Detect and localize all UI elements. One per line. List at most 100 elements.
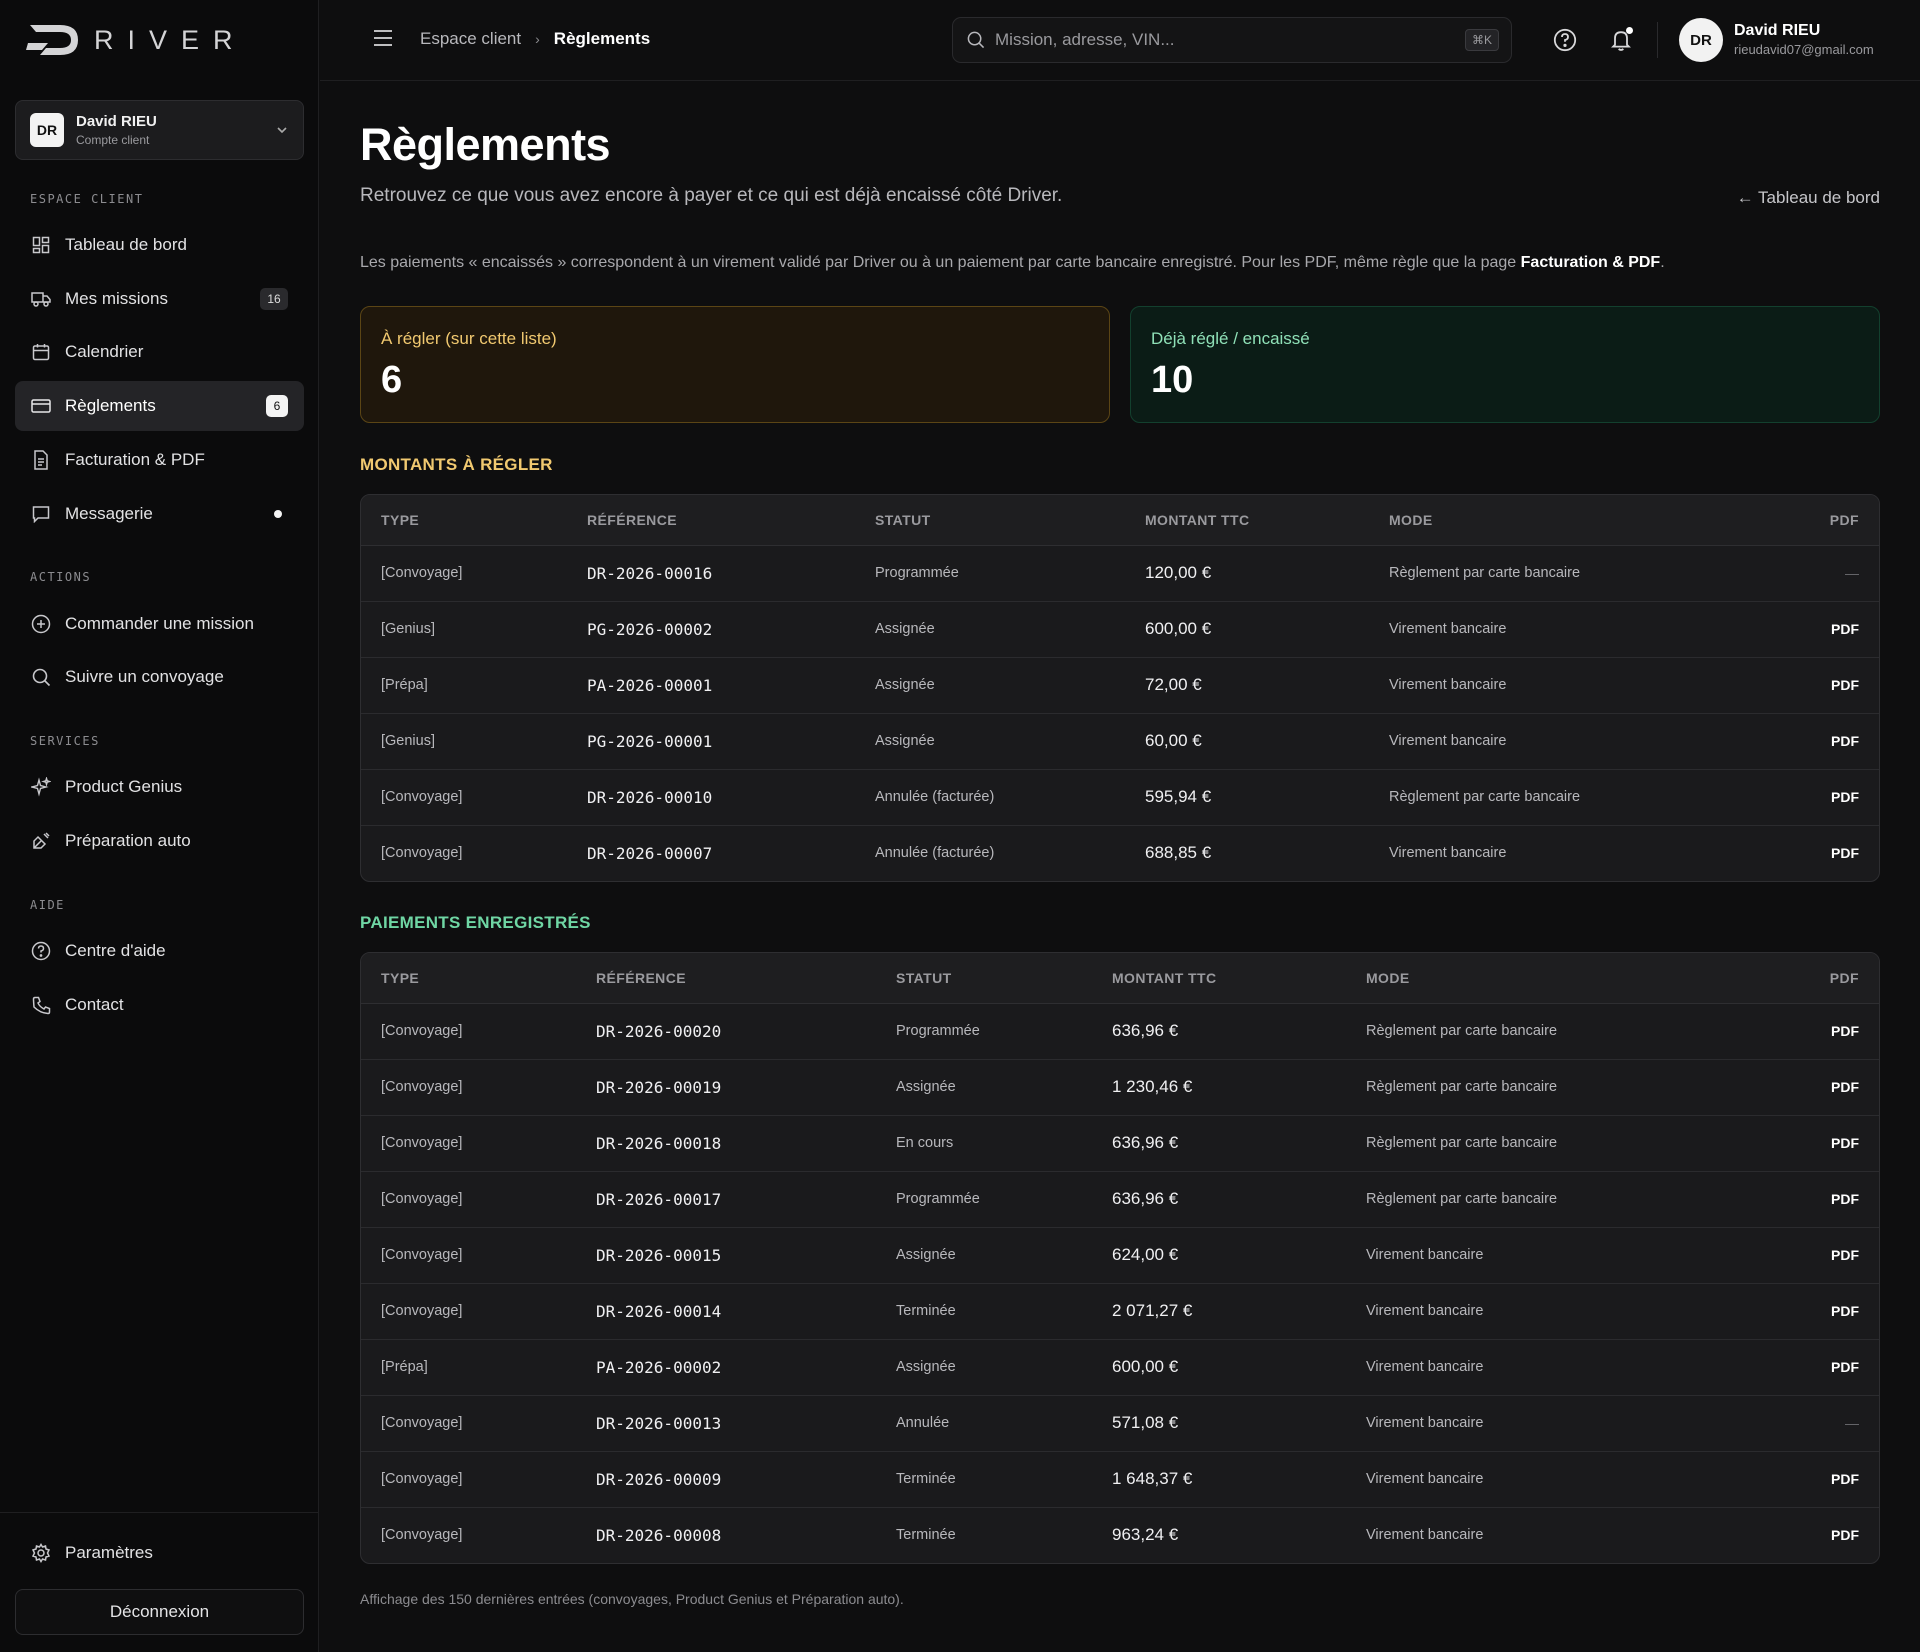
column-header-reference: RÉFÉRENCE: [567, 495, 855, 546]
driver-logo-icon: [26, 25, 78, 55]
pdf-download-link[interactable]: PDF: [1786, 1339, 1879, 1396]
sidebar: RIVER DR David RIEU Compte client ESPACE…: [0, 0, 319, 1652]
table-row: [Genius] PG-2026-00001 Assignée 60,00 € Vire…: [361, 713, 1879, 770]
pdf-download-link[interactable]: PDF: [1786, 1171, 1879, 1228]
phone-icon: [31, 995, 51, 1015]
cell-ref: DR-2026-00018: [576, 1115, 876, 1172]
cell-status: Programmée: [876, 1003, 1092, 1060]
sidebar-item-label: Facturation & PDF: [65, 450, 205, 469]
pdf-download-link[interactable]: PDF: [1789, 825, 1879, 881]
pdf-download-link[interactable]: PDF: [1786, 1451, 1879, 1508]
cell-ref: DR-2026-00009: [576, 1451, 876, 1508]
pdf-download-link[interactable]: PDF: [1786, 1507, 1879, 1563]
cell-status: Assignée: [855, 657, 1125, 714]
info-text-body: Les paiements « encaissés » corresponden…: [360, 254, 1521, 271]
chevron-down-icon: [277, 127, 287, 134]
column-header-mode: MODE: [1346, 953, 1786, 1004]
cell-status: Assignée: [855, 601, 1125, 658]
column-header-mode: MODE: [1369, 495, 1789, 546]
pdf-unavailable: —: [1789, 545, 1879, 602]
global-search[interactable]: ⌘K: [952, 17, 1512, 63]
sidebar-item-facturation-pdf[interactable]: Facturation & PDF: [15, 435, 304, 485]
pdf-download-link[interactable]: PDF: [1789, 601, 1879, 658]
column-header-montant: MONTANT TTC: [1125, 495, 1369, 546]
section-label-services: SERVICES: [30, 734, 100, 748]
cell-mode: Virement bancaire: [1346, 1395, 1786, 1452]
cell-type: [Convoyage]: [361, 1395, 576, 1452]
cell-status: Assignée: [876, 1227, 1092, 1284]
sidebar-item-contact[interactable]: Contact: [15, 980, 304, 1030]
sidebar-item-calendrier[interactable]: Calendrier: [15, 327, 304, 377]
table-row: [Convoyage] DR-2026-00010 Annulée (facturé…: [361, 769, 1879, 826]
cell-mode: Virement bancaire: [1369, 713, 1789, 770]
column-header-statut: STATUT: [876, 953, 1092, 1004]
sidebar-item-reglements[interactable]: Règlements 6: [15, 381, 304, 431]
cell-mode: Virement bancaire: [1346, 1283, 1786, 1340]
facturation-pdf-link[interactable]: Facturation & PDF: [1521, 254, 1661, 271]
table-row: [Convoyage] DR-2026-00018 En cours 636,96 €…: [361, 1115, 1879, 1172]
pdf-download-link[interactable]: PDF: [1786, 1283, 1879, 1340]
cell-amount: 120,00 €: [1125, 545, 1369, 602]
footer-note: Affichage des 150 dernières entrées (con…: [360, 1591, 904, 1607]
truck-icon: [31, 289, 51, 309]
cell-amount: 963,24 €: [1112, 1525, 1179, 1545]
sidebar-item-parametres[interactable]: Paramètres: [15, 1528, 304, 1578]
sidebar-item-centre-aide[interactable]: Centre d'aide: [15, 926, 304, 976]
pdf-download-link[interactable]: PDF: [1786, 1003, 1879, 1060]
cell-status: Terminée: [876, 1451, 1092, 1508]
help-circle-icon: [31, 941, 51, 961]
cell-type: [Convoyage]: [361, 1283, 576, 1340]
cell-type: [Convoyage]: [381, 845, 463, 862]
cell-type: [Convoyage]: [361, 1451, 576, 1508]
driver-logo[interactable]: RIVER: [26, 20, 247, 60]
sidebar-item-messagerie[interactable]: Messagerie: [15, 489, 304, 539]
pdf-download-link[interactable]: PDF: [1789, 657, 1879, 714]
pdf-download-link[interactable]: PDF: [1786, 1227, 1879, 1284]
sidebar-item-preparation-auto[interactable]: Préparation auto: [15, 816, 304, 866]
hamburger-menu-icon[interactable]: [372, 28, 394, 48]
cell-ref: PA-2026-00002: [576, 1339, 876, 1396]
sidebar-item-suivre-convoyage[interactable]: Suivre un convoyage: [15, 652, 304, 702]
cell-amount: 1 230,46 €: [1092, 1059, 1346, 1116]
sidebar-item-product-genius[interactable]: Product Genius: [15, 762, 304, 812]
back-to-dashboard-link[interactable]: ← Tableau de bord: [1737, 188, 1880, 208]
table-row: [Convoyage] DR-2026-00013 Annulée 571,08 € V…: [361, 1395, 1879, 1452]
cell-amount: 2 071,27 €: [1092, 1283, 1346, 1340]
cell-type: [Prépa]: [361, 1339, 576, 1396]
sidebar-item-mes-missions[interactable]: Mes missions 16: [15, 274, 304, 324]
cell-status: Annulée: [876, 1395, 1092, 1452]
cell-status: Terminée: [896, 1527, 956, 1544]
table-row: [Convoyage] DR-2026-00016 Programmée 120,00…: [361, 545, 1879, 602]
column-header-type: TYPE: [361, 953, 576, 1004]
breadcrumb-espace-client[interactable]: Espace client: [420, 29, 521, 49]
logout-button[interactable]: Déconnexion: [15, 1589, 304, 1635]
topbar: Espace client › Règlements ⌘K DR David R…: [320, 0, 1920, 81]
cell-amount: 60,00 €: [1125, 713, 1369, 770]
cell-ref: DR-2026-00019: [576, 1059, 876, 1116]
cell-ref: DR-2026-00017: [576, 1171, 876, 1228]
sidebar-item-commander-mission[interactable]: Commander une mission: [15, 599, 304, 649]
recorded-payments-table: TYPE RÉFÉRENCE STATUT MONTANT TTC MODE P…: [360, 952, 1880, 1564]
section-label-espace-client: ESPACE CLIENT: [30, 192, 144, 206]
cell-status: Assignée: [855, 713, 1125, 770]
pdf-download-link[interactable]: PDF: [1789, 713, 1879, 770]
search-input[interactable]: [995, 30, 1465, 50]
help-circle-icon[interactable]: [1553, 28, 1577, 52]
cell-mode: Règlement par carte bancaire: [1369, 545, 1789, 602]
cell-mode: Virement bancaire: [1366, 1527, 1484, 1544]
search-shortcut-hint: ⌘K: [1464, 29, 1499, 51]
cell-amount: 571,08 €: [1092, 1395, 1346, 1452]
pdf-download-link[interactable]: PDF: [1789, 769, 1879, 826]
table-row: [Genius] PG-2026-00002 Assignée 600,00 € Vir…: [361, 601, 1879, 658]
sidebar-item-tableau-de-bord[interactable]: Tableau de bord: [15, 220, 304, 270]
user-avatar[interactable]: DR: [1679, 18, 1723, 62]
cell-mode: Règlement par carte bancaire: [1369, 769, 1789, 826]
account-switcher[interactable]: DR David RIEU Compte client: [15, 100, 304, 160]
cell-amount: 636,96 €: [1092, 1003, 1346, 1060]
pdf-download-link[interactable]: PDF: [1786, 1115, 1879, 1172]
chat-icon: [31, 504, 51, 524]
search-icon: [31, 667, 51, 687]
cell-ref: PG-2026-00001: [567, 713, 855, 770]
stat-value: 10: [1151, 359, 1194, 401]
pdf-download-link[interactable]: PDF: [1786, 1059, 1879, 1116]
